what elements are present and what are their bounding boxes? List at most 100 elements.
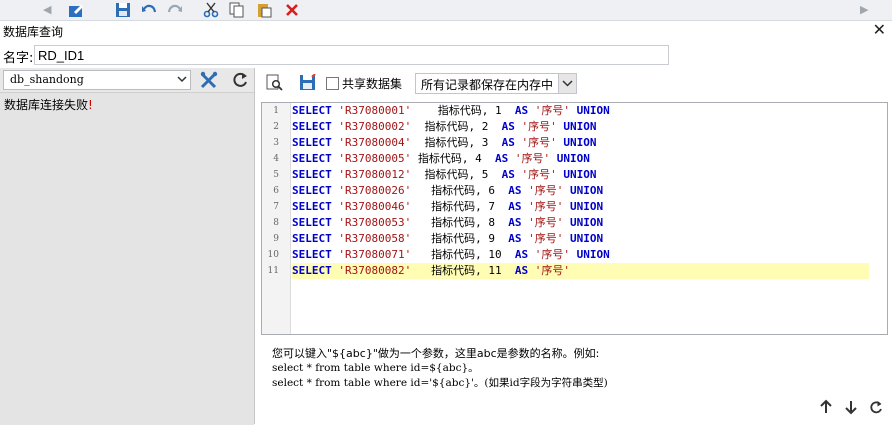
sql-string: 'R37080001'	[338, 104, 412, 117]
error-mark: !	[88, 98, 93, 112]
share-dataset-label: 共享数据集	[342, 77, 403, 91]
code-line[interactable]: SELECT 'R37080053' 指标代码, 8 AS '序号' UNION	[292, 215, 870, 231]
save-icon[interactable]	[299, 74, 316, 91]
redo-icon[interactable]	[167, 2, 183, 18]
sql-string: 'R37080012'	[338, 168, 412, 181]
code-line[interactable]: SELECT 'R37080046' 指标代码, 7 AS '序号' UNION	[292, 199, 870, 215]
refresh-icon[interactable]	[230, 70, 250, 90]
sql-alias: '序号'	[521, 120, 557, 133]
name-row: 名字:	[0, 43, 892, 67]
database-select[interactable]: db_shandong	[3, 70, 191, 90]
delete-icon[interactable]	[284, 2, 300, 18]
sql-keyword: AS	[508, 184, 522, 197]
scroll-left-icon[interactable]: ◀	[43, 3, 51, 16]
code-line[interactable]: SELECT 'R37080071' 指标代码, 10 AS '序号' UNIO…	[292, 247, 870, 263]
code-line[interactable]: SELECT 'R37080058' 指标代码, 9 AS '序号' UNION	[292, 231, 870, 247]
dialog-title: 数据库查询	[3, 25, 64, 39]
name-input[interactable]	[34, 45, 669, 65]
line-number: 8	[273, 218, 279, 228]
hint-line-3: select * from table where id='${abc}'。(如…	[272, 377, 608, 389]
sql-alias: '序号'	[528, 184, 564, 197]
preview-icon[interactable]	[266, 74, 283, 91]
sql-keyword: SELECT	[292, 200, 332, 213]
column-name: 指标代码	[424, 120, 469, 133]
undo-icon[interactable]	[141, 2, 157, 18]
column-number: , 1	[481, 104, 515, 117]
sql-keyword: AS	[501, 120, 515, 133]
code-line[interactable]: SELECT 'R37080082' 指标代码, 11 AS '序号'	[292, 263, 870, 279]
paste-icon[interactable]	[256, 2, 272, 18]
line-number: 2	[273, 122, 279, 132]
arrow-down-icon[interactable]	[843, 399, 859, 415]
sql-keyword: UNION	[569, 216, 604, 229]
connection-settings-icon[interactable]	[199, 70, 219, 90]
edit-icon[interactable]	[68, 2, 84, 18]
sql-keyword: SELECT	[292, 232, 332, 245]
code-line[interactable]: SELECT 'R37080005' 指标代码, 4 AS '序号' UNION	[292, 151, 870, 167]
column-number: , 6	[475, 184, 509, 197]
code-line[interactable]: SELECT 'R37080001' 指标代码, 1 AS '序号' UNION	[292, 103, 870, 119]
database-select-value: db_shandong	[10, 73, 84, 86]
line-number: 7	[273, 202, 279, 212]
sql-string: 'R37080071'	[338, 248, 412, 261]
copy-icon[interactable]	[229, 2, 245, 18]
line-number: 5	[273, 170, 279, 180]
editor-scrollbar[interactable]	[869, 103, 887, 334]
code-line[interactable]: SELECT 'R37080012' 指标代码, 5 AS '序号' UNION	[292, 167, 870, 183]
sql-keyword: UNION	[563, 136, 597, 149]
parameter-hint: 您可以键入"${abc}"做为一个参数，这里abc是参数的名称。例如: sele…	[272, 346, 608, 391]
code-line[interactable]: SELECT 'R37080002' 指标代码, 2 AS '序号' UNION	[292, 119, 870, 135]
code-line[interactable]: SELECT 'R37080026' 指标代码, 6 AS '序号' UNION	[292, 183, 870, 199]
column-number: , 7	[475, 200, 509, 213]
right-panel: 共享数据集 所有记录都保存在内存中 1 2 3 4 5 6 7 8 9 10 11 SELECT '…	[258, 68, 892, 424]
column-number: , 8	[475, 216, 509, 229]
refresh-icon[interactable]	[868, 399, 884, 415]
sql-string: 'R37080058'	[338, 232, 412, 245]
code-line[interactable]: SELECT 'R37080004' 指标代码, 3 AS '序号' UNION	[292, 135, 870, 151]
scroll-right-icon[interactable]: ▶	[860, 3, 868, 16]
sql-keyword: UNION	[576, 104, 610, 117]
sql-alias: '序号'	[514, 152, 551, 165]
line-number: 9	[273, 234, 279, 244]
column-name: 指标代码	[431, 216, 476, 229]
sql-alias: '序号'	[528, 200, 564, 213]
bottom-toolbar	[816, 399, 890, 417]
sql-alias: '序号'	[521, 136, 557, 149]
sql-string: 'R37080026'	[338, 184, 412, 197]
sql-editor[interactable]: 1 2 3 4 5 6 7 8 9 10 11 SELECT 'R37080001' 指标代码, 1…	[261, 102, 888, 335]
sql-keyword: AS	[494, 152, 509, 165]
column-name: 指标代码	[431, 200, 476, 213]
save-icon[interactable]	[115, 2, 131, 18]
top-toolbar: ◀ ▶	[0, 0, 892, 21]
chevron-down-icon[interactable]	[175, 72, 189, 86]
column-number: , 2	[468, 120, 502, 133]
chevron-down-icon	[562, 80, 573, 87]
memory-mode-dropdown-button[interactable]	[558, 74, 576, 93]
memory-mode-select[interactable]: 所有记录都保存在内存中	[415, 73, 577, 94]
sql-keyword: AS	[508, 216, 522, 229]
sql-keyword: SELECT	[292, 168, 332, 181]
close-icon[interactable]: ✕	[873, 20, 886, 39]
sql-keyword: SELECT	[292, 264, 332, 277]
sql-string: 'R37080004'	[338, 136, 412, 149]
column-number: , 9	[475, 232, 509, 245]
column-name: 指标代码	[431, 232, 476, 245]
arrow-up-icon[interactable]	[818, 399, 834, 415]
share-dataset-checkbox[interactable]	[326, 77, 339, 90]
line-number: 10	[267, 250, 279, 260]
connection-tree-area: 数据库连接失败!	[0, 92, 254, 425]
cut-icon[interactable]	[203, 2, 219, 18]
column-number: , 11	[475, 264, 515, 277]
column-number: , 10	[475, 248, 515, 261]
